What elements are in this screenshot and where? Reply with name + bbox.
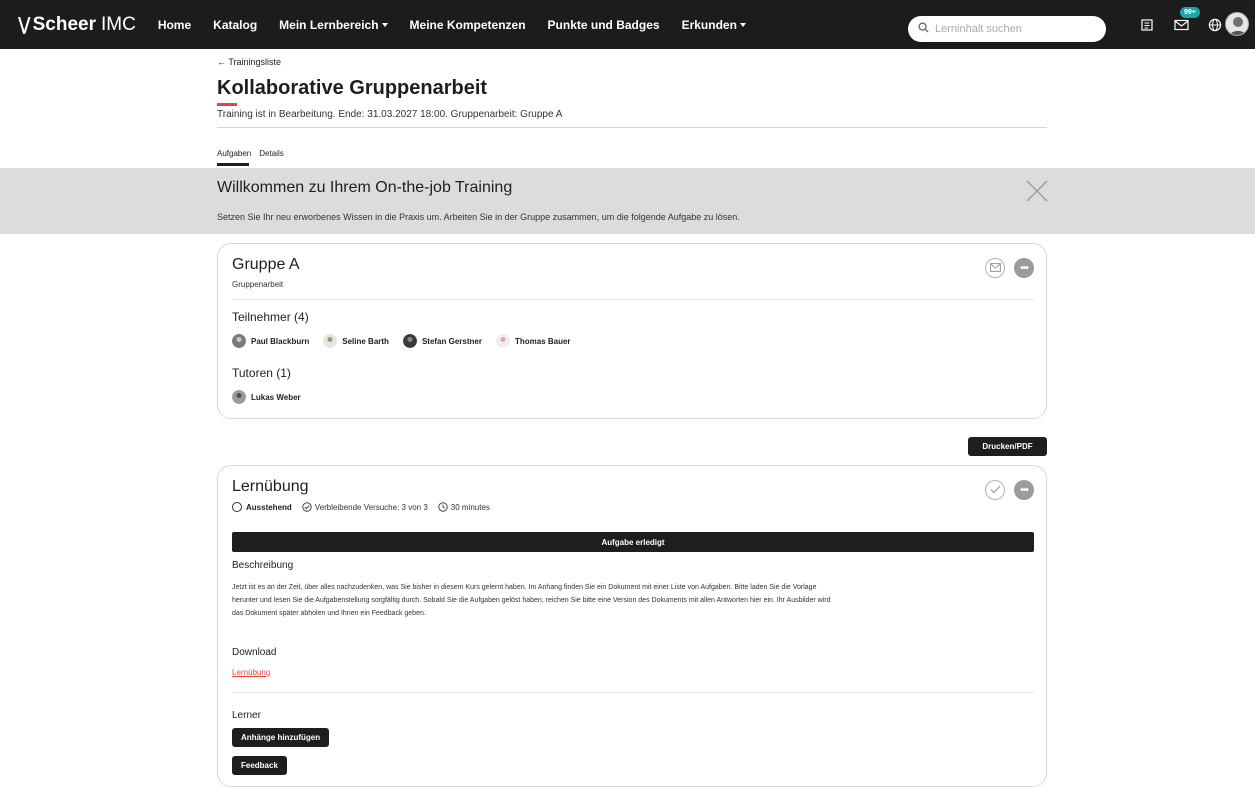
feedback-button[interactable]: Feedback <box>232 756 287 775</box>
page-title: Kollaborative Gruppenarbeit <box>217 77 488 99</box>
nav-label: Home <box>157 17 192 32</box>
title-accent-line <box>217 103 237 106</box>
task-status: Ausstehend <box>232 502 292 512</box>
book-icon[interactable] <box>1138 16 1156 34</box>
nav-item-erkunden[interactable]: Erkunden <box>682 18 746 32</box>
group-card-actions: ••• <box>976 258 1034 278</box>
description-label: Beschreibung <box>232 560 294 571</box>
divider <box>217 127 1047 128</box>
add-attachments-button[interactable]: Anhänge hinzufügen <box>232 728 330 747</box>
nav-item-punkte-und-badges[interactable]: Punkte und Badges <box>548 18 660 32</box>
group-card: Gruppe A Gruppenarbeit ••• Teilnehmer (4… <box>217 243 1047 419</box>
task-card-actions: ••• <box>976 480 1034 500</box>
participants-list: Paul Blackburn Seline Barth Stefan Gerst… <box>232 334 585 348</box>
top-navigation-bar: \/ Scheer IMC Home Katalog Mein Lernbere… <box>0 0 1255 49</box>
tutors-list: Lukas Weber <box>232 390 315 404</box>
search-icon <box>918 20 929 38</box>
search-input[interactable] <box>935 23 1095 35</box>
tab-aufgaben[interactable]: Aufgaben <box>217 149 251 166</box>
brand-mark: \/ <box>18 12 31 37</box>
ellipsis-icon: ••• <box>1020 262 1028 274</box>
avatar <box>495 334 510 348</box>
envelope-icon[interactable]: 99+ <box>1172 7 1200 34</box>
task-attempts: Verbleibende Versuche: 3 von 3 <box>302 502 428 512</box>
notification-badge: 99+ <box>1180 7 1200 18</box>
chevron-down-icon <box>739 22 746 27</box>
checkmark-icon <box>990 481 1001 499</box>
more-options-button[interactable]: ••• <box>1014 480 1034 500</box>
nav-item-katalog[interactable]: Katalog <box>213 18 257 32</box>
more-options-button[interactable]: ••• <box>1014 258 1034 278</box>
tutor-name: Lukas Weber <box>251 392 301 402</box>
avatar <box>402 334 417 348</box>
user-avatar[interactable] <box>1225 12 1249 36</box>
attempts-text: Verbleibende Versuche: 3 von 3 <box>314 502 428 512</box>
tab-details[interactable]: Details <box>259 149 283 158</box>
task-meta: Ausstehend Verbleibende Versuche: 3 von … <box>232 502 500 512</box>
nav-label: Punkte und Badges <box>547 17 660 32</box>
status-circle-icon <box>232 502 242 512</box>
participant-item[interactable]: Seline Barth <box>323 334 389 348</box>
tutors-label: Tutoren (1) <box>232 366 291 380</box>
participant-name: Stefan Gerstner <box>421 336 482 346</box>
close-icon[interactable] <box>1025 179 1049 203</box>
avatar <box>232 390 246 404</box>
page-subtitle: Training ist in Bearbeitung. Ende: 31.03… <box>217 109 563 120</box>
avatar <box>323 334 338 348</box>
search-box[interactable] <box>908 16 1106 42</box>
chevron-down-icon <box>381 22 388 27</box>
participant-name: Thomas Bauer <box>514 336 571 346</box>
main-nav: Home Katalog Mein Lernbereich Meine Komp… <box>158 18 768 32</box>
nav-label: Meine Kompetenzen <box>409 17 526 32</box>
ellipsis-icon: ••• <box>1020 484 1028 496</box>
globe-icon[interactable] <box>1206 16 1224 34</box>
nav-item-meine-kompetenzen[interactable]: Meine Kompetenzen <box>410 18 526 32</box>
avatar <box>232 334 246 348</box>
learner-label: Lerner <box>232 710 261 721</box>
participant-item[interactable]: Paul Blackburn <box>232 334 309 348</box>
clock-icon <box>438 502 448 512</box>
message-group-button[interactable] <box>985 258 1005 278</box>
status-text: Ausstehend <box>246 502 292 512</box>
description-text: Jetzt ist es an der Zeit, über alles nac… <box>232 584 831 617</box>
task-done-button[interactable]: Aufgabe erledigt <box>232 532 1034 552</box>
mark-complete-button[interactable] <box>985 480 1005 500</box>
participant-name: Seline Barth <box>342 336 389 346</box>
nav-label: Erkunden <box>681 17 737 32</box>
brand-logo[interactable]: \/ Scheer IMC <box>18 13 136 37</box>
task-title: Lernübung <box>232 478 309 495</box>
nav-label: Mein Lernbereich <box>279 17 379 32</box>
brand-subname: IMC <box>100 13 136 35</box>
download-file-link[interactable]: Lernübung <box>232 668 270 677</box>
task-duration: 30 minutes <box>438 502 490 512</box>
divider <box>232 299 1034 300</box>
print-pdf-button[interactable]: Drucken/PDF <box>968 437 1047 456</box>
nav-item-home[interactable]: Home <box>158 18 191 32</box>
back-to-training-list-link[interactable]: ← Trainingsliste <box>217 57 281 67</box>
task-card: Lernübung ••• Ausstehend Verbleibende Ve… <box>217 465 1047 787</box>
divider <box>232 692 1034 693</box>
participant-name: Paul Blackburn <box>251 336 310 346</box>
banner-text: Setzen Sie Ihr neu erworbenes Wissen in … <box>217 212 740 222</box>
participants-label: Teilnehmer (4) <box>232 310 309 324</box>
tab-bar: Aufgaben Details <box>217 149 292 166</box>
banner-title: Willkommen zu Ihrem On-the-job Training <box>217 179 513 196</box>
tutor-item[interactable]: Lukas Weber <box>232 390 301 404</box>
group-title: Gruppe A <box>232 256 300 273</box>
download-label: Download <box>232 647 277 658</box>
participant-item[interactable]: Stefan Gerstner <box>402 334 482 348</box>
participant-item[interactable]: Thomas Bauer <box>495 334 571 348</box>
check-circle-icon <box>302 502 312 512</box>
group-subtitle: Gruppenarbeit <box>232 280 284 289</box>
welcome-banner: Willkommen zu Ihrem On-the-job Training … <box>0 168 1255 234</box>
nav-item-mein-lernbereich[interactable]: Mein Lernbereich <box>279 17 388 32</box>
nav-label: Katalog <box>213 17 258 32</box>
brand-name: Scheer <box>32 13 96 35</box>
envelope-icon <box>989 259 1001 277</box>
duration-text: 30 minutes <box>450 502 490 512</box>
